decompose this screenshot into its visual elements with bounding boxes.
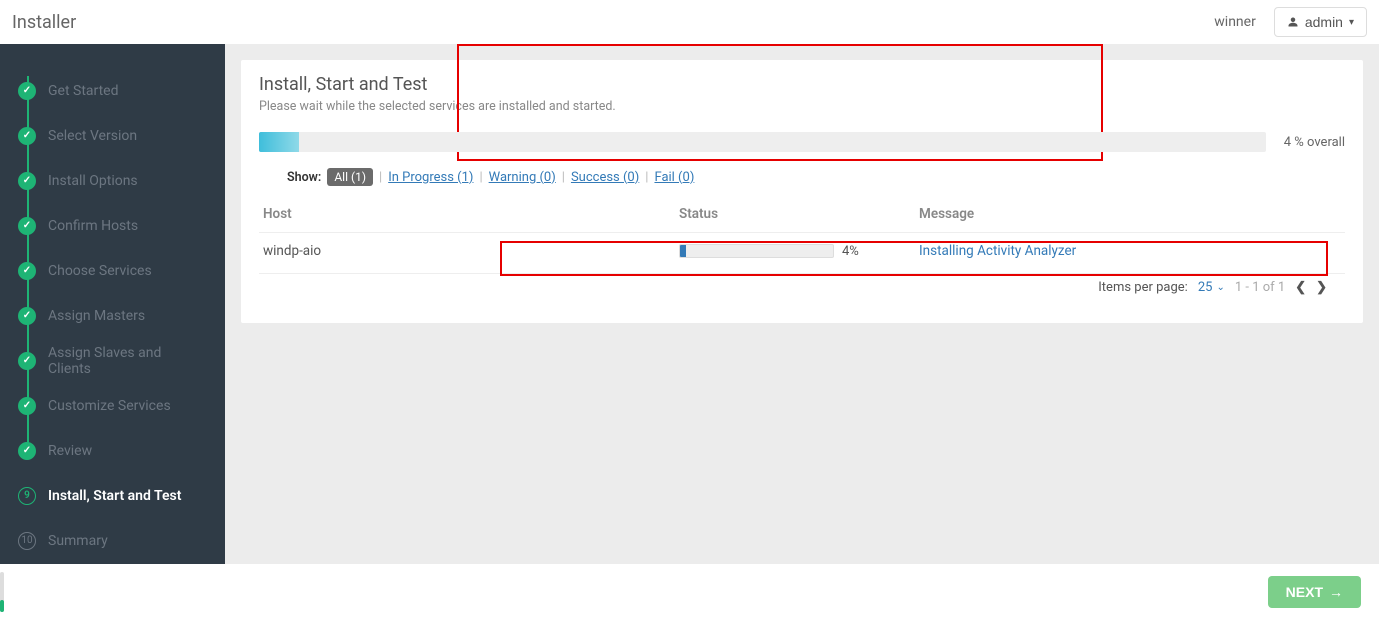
sidebar-step-10[interactable]: 10 Summary xyxy=(0,518,225,563)
wizard-sidebar: Get Started Select Version Install Options… xyxy=(0,44,225,564)
content-area: Install, Start and Test Please wait whil… xyxy=(225,44,1379,564)
row-progress-bar xyxy=(679,244,834,258)
next-button[interactable]: NEXT → xyxy=(1268,576,1361,608)
check-icon xyxy=(18,442,36,460)
cluster-name: winner xyxy=(1214,14,1256,30)
step-number: 10 xyxy=(18,532,36,550)
step-label: Assign Masters xyxy=(48,308,145,324)
step-label: Install Options xyxy=(48,173,138,189)
step-label: Assign Slaves and Clients xyxy=(48,345,207,377)
check-icon xyxy=(18,307,36,325)
main-panel: Install, Start and Test Please wait whil… xyxy=(241,60,1363,323)
th-message: Message xyxy=(919,206,1345,222)
step-label: Summary xyxy=(48,533,108,549)
filter-warning[interactable]: Warning (0) xyxy=(489,170,556,185)
pager-prev[interactable]: ❮ xyxy=(1295,280,1306,295)
th-host: Host xyxy=(259,206,679,222)
pager-per-page-value: 25 xyxy=(1198,280,1213,295)
check-icon xyxy=(18,127,36,145)
row-progress-pct: 4% xyxy=(842,244,859,259)
step-label: Select Version xyxy=(48,128,137,144)
overall-progress-label: 4 % overall xyxy=(1284,135,1345,150)
check-icon xyxy=(18,352,36,370)
wizard-steps: Get Started Select Version Install Options… xyxy=(0,68,225,563)
app-title: Installer xyxy=(12,12,76,33)
filter-sep: | xyxy=(562,170,565,185)
filter-success[interactable]: Success (0) xyxy=(571,170,639,185)
user-menu-button[interactable]: admin ▾ xyxy=(1274,7,1367,37)
next-button-label: NEXT xyxy=(1286,584,1323,600)
sidebar-step-3[interactable]: Confirm Hosts xyxy=(0,203,225,248)
pager-per-page-select[interactable]: 25 ⌄ xyxy=(1198,280,1225,295)
sidebar-step-8[interactable]: Review xyxy=(0,428,225,473)
sidebar-step-1[interactable]: Select Version xyxy=(0,113,225,158)
pager: Items per page: 25 ⌄ 1 - 1 of 1 ❮ ❯ xyxy=(259,273,1345,313)
cell-status: 4% xyxy=(679,244,919,259)
filter-in-progress[interactable]: In Progress (1) xyxy=(388,170,473,185)
sidebar-step-7[interactable]: Customize Services xyxy=(0,383,225,428)
cell-message: Installing Activity Analyzer xyxy=(919,243,1345,259)
panel-subtitle: Please wait while the selected services … xyxy=(259,99,1345,114)
side-progress-fill xyxy=(0,600,4,612)
sidebar-step-6[interactable]: Assign Slaves and Clients xyxy=(0,338,225,383)
show-label: Show: xyxy=(287,170,321,185)
filter-sep: | xyxy=(379,170,382,185)
filter-row: Show: All (1) | In Progress (1) | Warnin… xyxy=(241,164,1363,196)
step-label: Choose Services xyxy=(48,263,152,279)
pager-next[interactable]: ❯ xyxy=(1316,280,1327,295)
caret-down-icon: ▾ xyxy=(1349,17,1354,28)
header-right: winner admin ▾ xyxy=(1214,7,1367,37)
filter-sep: | xyxy=(479,170,482,185)
check-icon xyxy=(18,82,36,100)
step-number: 9 xyxy=(18,487,36,505)
filter-fail[interactable]: Fail (0) xyxy=(654,170,694,185)
pager-items-label: Items per page: xyxy=(1098,280,1188,295)
page-header: Installer winner admin ▾ xyxy=(0,0,1379,44)
check-icon xyxy=(18,217,36,235)
overall-progress-fill xyxy=(259,132,299,152)
step-label: Get Started xyxy=(48,83,119,99)
panel-title: Install, Start and Test xyxy=(259,74,1345,95)
message-link[interactable]: Installing Activity Analyzer xyxy=(919,243,1076,259)
sidebar-step-5[interactable]: Assign Masters xyxy=(0,293,225,338)
table-header-row: Host Status Message xyxy=(259,196,1345,233)
sidebar-step-2[interactable]: Install Options xyxy=(0,158,225,203)
table-row: windp-aio 4% Installing Activity Analyzer xyxy=(259,233,1345,273)
arrow-right-icon: → xyxy=(1329,584,1343,600)
pager-range: 1 - 1 of 1 xyxy=(1235,280,1285,295)
user-icon xyxy=(1287,16,1299,28)
step-label: Customize Services xyxy=(48,398,171,414)
step-label: Confirm Hosts xyxy=(48,218,138,234)
sidebar-step-4[interactable]: Choose Services xyxy=(0,248,225,293)
row-progress-fill xyxy=(680,245,686,257)
filter-all[interactable]: All (1) xyxy=(327,168,373,186)
filter-sep: | xyxy=(645,170,648,185)
sidebar-step-0[interactable]: Get Started xyxy=(0,68,225,113)
sidebar-step-9[interactable]: 9 Install, Start and Test xyxy=(0,473,225,518)
check-icon xyxy=(18,397,36,415)
check-icon xyxy=(18,172,36,190)
footer: NEXT → xyxy=(0,564,1379,620)
th-status: Status xyxy=(679,206,919,222)
user-menu-label: admin xyxy=(1305,14,1343,30)
chevron-down-icon: ⌄ xyxy=(1216,282,1224,293)
step-label: Review xyxy=(48,443,92,459)
cell-host: windp-aio xyxy=(259,243,679,259)
check-icon xyxy=(18,262,36,280)
overall-progress-bar xyxy=(259,132,1266,152)
step-label: Install, Start and Test xyxy=(48,488,181,504)
